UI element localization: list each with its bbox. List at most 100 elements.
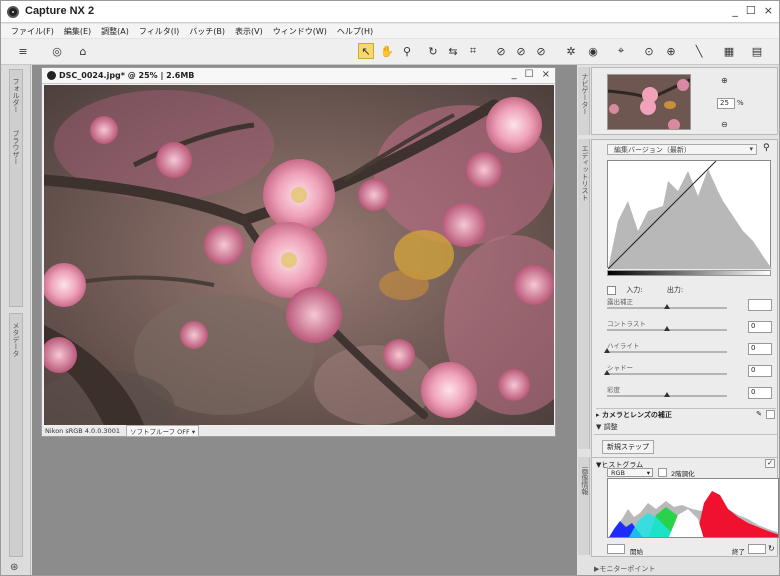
brush-tool-icon[interactable]: ╲ <box>691 43 707 59</box>
menu-view[interactable]: 表示(V) <box>235 26 263 37</box>
navigator-label: ナビゲーター <box>581 73 589 115</box>
menu-file[interactable]: ファイル(F) <box>11 26 54 37</box>
edit-list-strip[interactable]: エディットリスト <box>578 139 590 449</box>
zoom-tool-icon[interactable]: ⚲ <box>399 43 415 59</box>
slider-contrast-value[interactable]: 0 <box>748 321 772 333</box>
softproof-label: ソフトプルーフ OFF <box>129 428 190 436</box>
menu-batch[interactable]: バッチ(B) <box>189 26 225 37</box>
menu-window[interactable]: ウィンドウ(W) <box>273 26 327 37</box>
monitor-point-section[interactable]: ▶モニターポイント <box>594 564 655 574</box>
control-point-tool-icon[interactable]: ◉ <box>585 43 601 59</box>
menu-adjust[interactable]: 調整(A) <box>101 26 129 37</box>
slider-shadow-label: シャドー <box>607 364 633 372</box>
search-icon[interactable]: ⚲ <box>763 143 770 153</box>
browse-icon[interactable]: ◎ <box>49 43 65 59</box>
rgb-histogram[interactable] <box>607 478 779 538</box>
document-image[interactable] <box>44 85 554 425</box>
lasso-tool-icon[interactable]: ⌖ <box>613 43 629 59</box>
gradient-tool-icon[interactable]: ▤ <box>749 43 765 59</box>
eyedropper-icon[interactable] <box>607 285 616 295</box>
direct-select-tool-icon[interactable]: ↖ <box>358 43 374 59</box>
zoom-in-icon[interactable]: ⊕ <box>721 76 728 85</box>
navigator-strip[interactable]: ナビゲーター <box>578 67 590 135</box>
auto-retouch-tool-icon[interactable]: ✲ <box>563 43 579 59</box>
slider-exposure-label: 露出補正 <box>607 298 633 306</box>
slider-shadow-track[interactable] <box>607 373 727 375</box>
close-button[interactable]: × <box>764 4 773 17</box>
slider-highlight-knob[interactable] <box>604 348 610 353</box>
color-control-point-icon[interactable]: ⊙ <box>641 43 657 59</box>
slider-shadow-knob[interactable] <box>604 370 610 375</box>
range-start-label: 開始 <box>630 548 643 556</box>
new-step-button[interactable]: 新規ステップ <box>602 440 654 454</box>
gradient-bar <box>607 270 771 276</box>
selection-control-point-icon[interactable]: ⊕ <box>663 43 679 59</box>
toolbar: ≡ ◎ ⌂ ↖ ✋ ⚲ ↻ ⇆ ⌗ ⊘ ⊘ ⊘ ✲ ◉ ⌖ ⊙ ⊕ ╲ ▦ ▤ <box>1 39 779 65</box>
slider-saturation-label: 彩度 <box>607 386 620 394</box>
slider-saturation-knob[interactable] <box>664 392 670 397</box>
chevron-right-icon: ▸ <box>596 411 600 419</box>
browser-panel-label: ブラウザー <box>12 130 20 165</box>
slider-highlight-value[interactable]: 0 <box>748 343 772 355</box>
browser-toggle-icon[interactable]: ≡ <box>15 43 31 59</box>
adjust-section-header[interactable]: ▼ 調整 <box>596 422 618 432</box>
document-minimize-button[interactable]: _ <box>512 69 517 80</box>
range-start-field[interactable] <box>607 544 625 554</box>
slider-shadow-value[interactable]: 0 <box>748 365 772 377</box>
white-point-tool-icon[interactable]: ⊘ <box>533 43 549 59</box>
rotate-tool-icon[interactable]: ↻ <box>425 43 441 59</box>
camera-lens-section-header[interactable]: ▸ カメラとレンズの補正 ✎ <box>596 408 776 420</box>
edit-list-panel: 編集バージョン（最新） ▾ ⚲ 入力: 出力: 露出補正 コントラスト 0 ハイ… <box>591 139 778 484</box>
version-dropdown-label: 編集バージョン（最新） <box>614 146 691 154</box>
straighten-tool-icon[interactable]: ⇆ <box>445 43 461 59</box>
histogram-strip[interactable]: 画像情報 <box>578 457 590 555</box>
plum-blossom-photo <box>44 85 554 425</box>
histogram-options-icon[interactable]: ✓ <box>765 459 775 468</box>
levels-curves-graph[interactable] <box>607 160 772 270</box>
metadata-panel-strip[interactable]: メタデータ <box>9 313 23 557</box>
dock-toggle-icon[interactable]: ⊛ <box>10 562 18 573</box>
menu-edit[interactable]: 編集(E) <box>64 26 91 37</box>
folder-panel-strip[interactable]: フォルダー ブラウザー <box>9 69 23 307</box>
navigator-thumbnail-image <box>608 75 690 129</box>
menu-help[interactable]: ヘルプ(H) <box>337 26 373 37</box>
curve-io-row: 入力: 出力: <box>607 285 683 295</box>
navigator-thumbnail[interactable] <box>607 74 691 130</box>
brush-icon[interactable]: ✎ <box>756 410 762 418</box>
minimize-button[interactable]: _ <box>732 4 738 17</box>
crop-tool-icon[interactable]: ⌗ <box>465 43 481 59</box>
slider-contrast-knob[interactable] <box>664 326 670 331</box>
zoom-value-field[interactable]: 25 <box>717 98 735 109</box>
fill-tool-icon[interactable]: ▦ <box>721 43 737 59</box>
maximize-button[interactable]: ☐ <box>746 4 756 17</box>
document-maximize-button[interactable]: ☐ <box>525 69 534 80</box>
hand-tool-icon[interactable]: ✋ <box>379 43 395 59</box>
slider-saturation-value[interactable]: 0 <box>748 387 772 399</box>
slider-highlight-track[interactable] <box>607 351 727 353</box>
histogram-checkbox[interactable] <box>658 468 667 477</box>
softproof-dropdown[interactable]: ソフトプルーフ OFF ▾ <box>125 425 200 437</box>
document-title: DSC_0024.jpg* @ 25% | 2.6MB <box>59 71 195 80</box>
document-window: DSC_0024.jpg* @ 25% | 2.6MB _ ☐ × Nikon … <box>41 67 556 437</box>
slider-exposure-knob[interactable] <box>664 304 670 309</box>
document-close-button[interactable]: × <box>542 69 550 80</box>
range-end-field[interactable] <box>748 544 766 554</box>
metadata-panel-label: メタデータ <box>12 322 20 357</box>
black-point-tool-icon[interactable]: ⊘ <box>513 43 529 59</box>
slider-exposure-value[interactable] <box>748 299 772 311</box>
camera-lens-checkbox[interactable] <box>766 410 775 419</box>
menu-bar: ファイル(F) 編集(E) 調整(A) フィルタ(I) バッチ(B) 表示(V)… <box>1 24 779 38</box>
red-eye-tool-icon[interactable]: ⊘ <box>493 43 509 59</box>
navigator-panel: ⊕ 25 % ⊖ <box>591 67 778 135</box>
document-icon <box>47 71 56 80</box>
zoom-out-icon[interactable]: ⊖ <box>721 120 728 129</box>
edit-list-label: エディットリスト <box>581 145 589 201</box>
chevron-down-icon: ▾ <box>646 469 650 477</box>
menu-filter[interactable]: フィルタ(I) <box>139 26 179 37</box>
slider-exposure: 露出補正 <box>607 296 775 316</box>
open-icon[interactable]: ⌂ <box>75 43 91 59</box>
version-dropdown[interactable]: 編集バージョン（最新） ▾ <box>607 144 757 155</box>
levels-histogram <box>607 160 772 270</box>
reset-icon[interactable]: ↻ <box>768 544 775 553</box>
histogram-channel-dropdown[interactable]: RGB ▾ <box>607 468 653 477</box>
